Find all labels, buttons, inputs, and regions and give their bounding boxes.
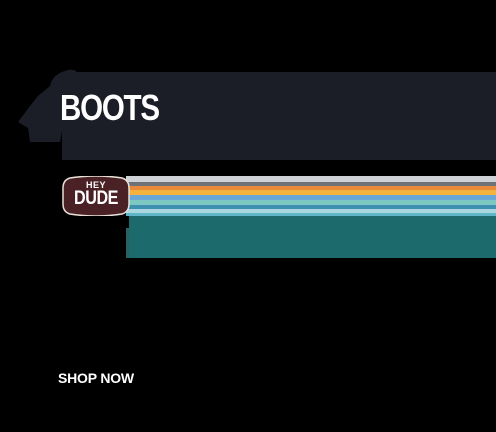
logo-text-dude: DUDE — [73, 188, 119, 209]
promo-card[interactable]: BOOTS HEY DUDE SHOP NOW — [0, 0, 496, 432]
promo-headline: BOOTS — [60, 87, 160, 128]
rainbow-stripes — [126, 176, 496, 216]
teal-block — [129, 216, 496, 258]
hey-dude-logo: HEY DUDE — [62, 176, 130, 216]
shop-now-link[interactable]: SHOP NOW — [58, 370, 134, 386]
